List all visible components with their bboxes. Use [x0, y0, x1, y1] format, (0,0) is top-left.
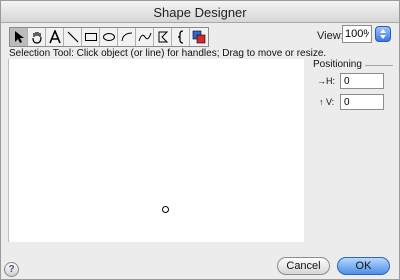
oval-tool[interactable] [100, 28, 118, 46]
polygon-tool[interactable] [154, 28, 172, 46]
brace-icon [177, 30, 183, 44]
positioning-divider [365, 65, 393, 66]
color-icon [192, 30, 206, 44]
color-tool[interactable] [190, 28, 208, 46]
line-icon [67, 31, 78, 43]
drawing-canvas[interactable] [8, 59, 304, 242]
text-a-icon [48, 30, 61, 44]
positioning-title: Positioning [313, 59, 362, 70]
curve-tool[interactable] [136, 28, 154, 46]
arc-tool[interactable] [118, 28, 136, 46]
rectangle-tool[interactable] [82, 28, 100, 46]
tool-hint-text: Selection Tool: Click object (or line) f… [9, 48, 327, 59]
origin-handle[interactable] [162, 206, 169, 213]
window-title: Shape Designer [153, 5, 247, 20]
text-tool[interactable] [46, 28, 64, 46]
hand-tool[interactable] [28, 28, 46, 46]
h-label: →H: [317, 76, 335, 86]
h-position-field[interactable] [340, 73, 384, 89]
rectangle-icon [84, 33, 97, 41]
up-arrow-icon: ↑ [319, 97, 324, 107]
curve-icon [138, 32, 151, 42]
up-down-arrows-icon [380, 29, 386, 39]
v-position-field[interactable] [340, 94, 384, 110]
cancel-button[interactable]: Cancel [277, 257, 330, 275]
view-zoom-field[interactable] [342, 25, 372, 43]
hand-icon [31, 32, 42, 44]
arrow-icon [14, 31, 24, 43]
brace-tool[interactable] [172, 28, 190, 46]
arc-icon [121, 32, 132, 42]
tool-palette [9, 27, 209, 47]
line-tool[interactable] [64, 28, 82, 46]
right-arrow-icon: → [317, 76, 326, 86]
oval-icon [102, 33, 115, 41]
v-label: ↑ V: [319, 97, 335, 107]
view-zoom-stepper[interactable] [375, 26, 391, 42]
arrow-tool[interactable] [10, 28, 28, 46]
polygon-icon [158, 31, 168, 43]
ok-button[interactable]: OK [337, 257, 390, 275]
view-label: View: [317, 30, 344, 42]
help-button[interactable]: ? [4, 262, 19, 277]
titlebar: Shape Designer [1, 1, 399, 23]
shape-designer-dialog: Shape Designer View: 100% Selection Tool… [0, 0, 400, 280]
